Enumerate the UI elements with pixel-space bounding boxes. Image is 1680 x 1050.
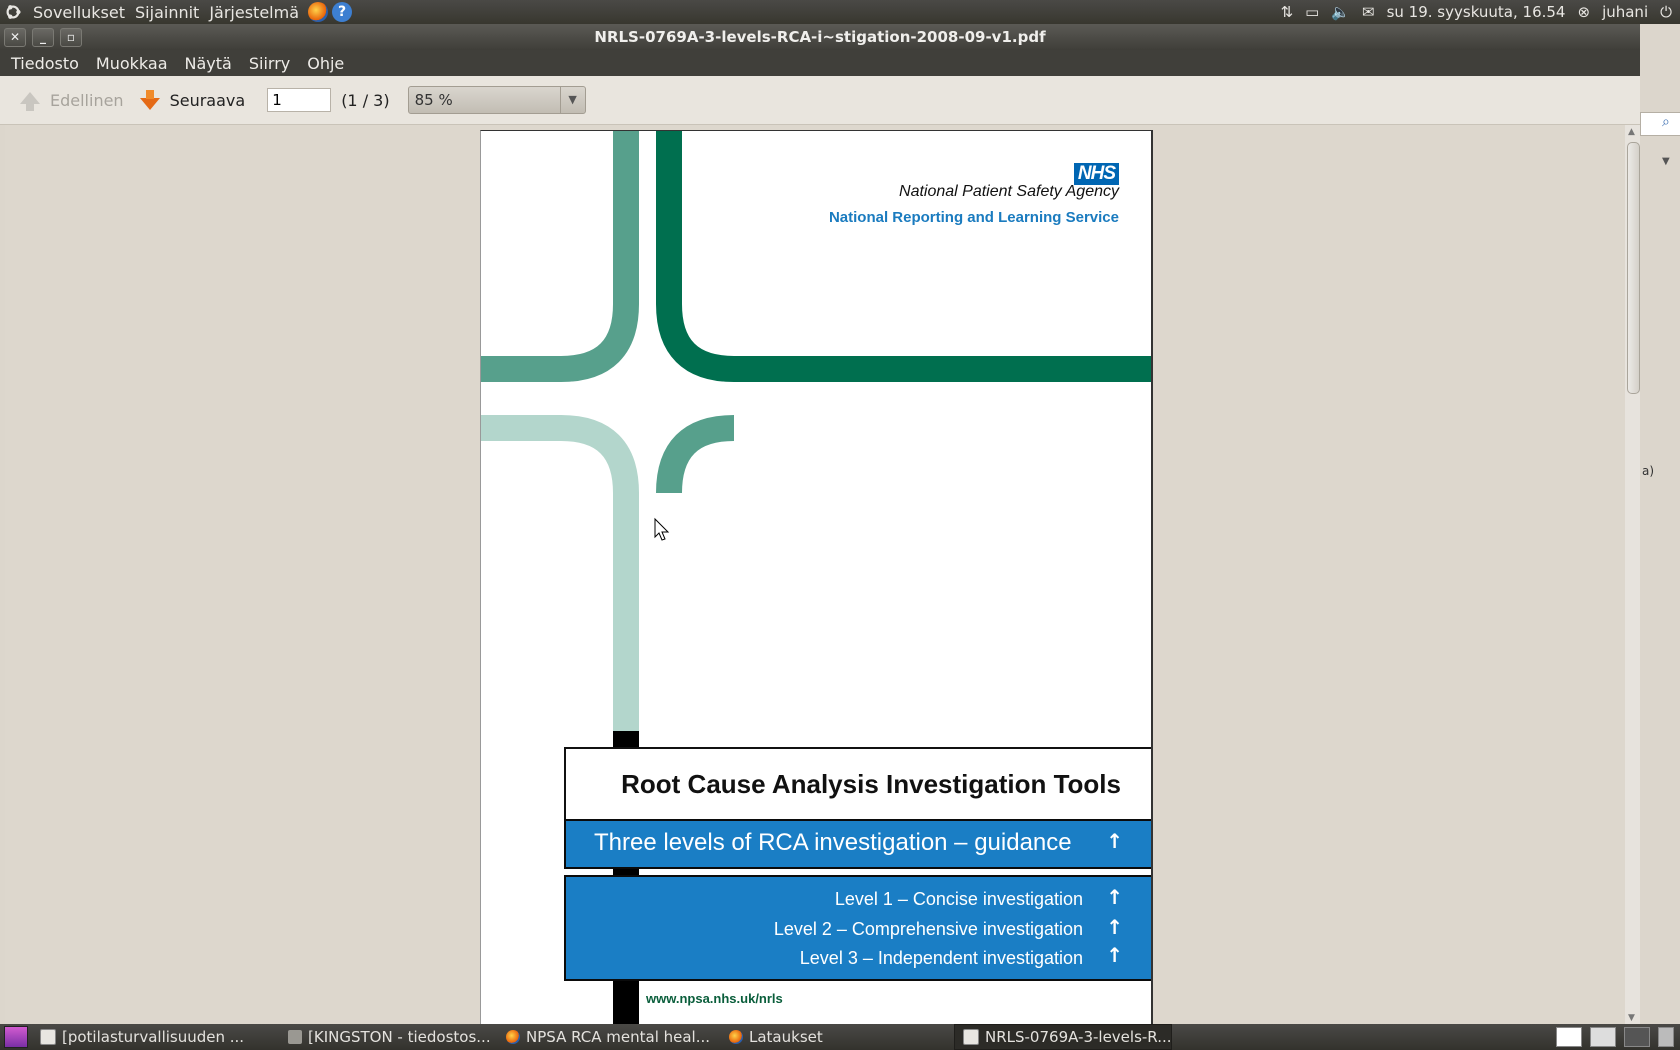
title-bar[interactable]: ✕ _ ▫ NRLS-0769A-3-levels-RCA-i~stigatio… xyxy=(0,24,1640,50)
firefox-icon xyxy=(729,1030,743,1044)
zoom-select[interactable]: 85 % ▼ xyxy=(407,86,586,114)
document-url: www.npsa.nhs.uk/nrls xyxy=(646,991,783,1006)
mail-icon[interactable]: ✉ xyxy=(1362,3,1375,21)
taskbar-item-label: [KINGSTON - tiedostos... xyxy=(308,1028,491,1046)
window-title: NRLS-0769A-3-levels-RCA-i~stigation-2008… xyxy=(594,28,1046,46)
level-3-label: Level 3 – Independent investigation xyxy=(799,948,1083,968)
workspace-3[interactable] xyxy=(1624,1027,1650,1047)
levels-box: Level 1 – Concise investigation ↑ Level … xyxy=(564,875,1151,981)
document-subtitle: Three levels of RCA investigation – guid… xyxy=(594,829,1072,856)
menu-places[interactable]: Sijainnit xyxy=(130,3,204,22)
agency-name: National Patient Safety Agency xyxy=(899,183,1119,200)
arrow-up-icon: ↑ xyxy=(1106,915,1123,939)
menu-go[interactable]: Siirry xyxy=(238,54,296,73)
power-icon[interactable]: ⏻ xyxy=(1660,3,1672,21)
page-count: (1 / 3) xyxy=(341,90,390,110)
level-2-label: Level 2 – Comprehensive investigation xyxy=(773,919,1083,939)
arrow-down-icon xyxy=(139,90,160,110)
page-number-input[interactable] xyxy=(267,88,332,112)
pdf-page: NHS National Patient Safety Agency Natio… xyxy=(480,130,1153,1031)
workspace-2[interactable] xyxy=(1590,1027,1616,1047)
menu-file[interactable]: Tiedosto xyxy=(0,54,85,73)
service-name: National Reporting and Learning Service xyxy=(828,209,1119,226)
workspace-switcher xyxy=(1556,1024,1680,1050)
side-panel-fragment: ⌕ ▼ a) xyxy=(1640,24,1680,1024)
previous-page-label: Edellinen xyxy=(50,90,124,110)
firefox-icon xyxy=(506,1030,520,1044)
taskbar-item[interactable]: [KINGSTON - tiedostos... xyxy=(280,1025,496,1049)
nhs-logo: NHS xyxy=(1073,163,1119,185)
scroll-up-icon[interactable]: ▲ xyxy=(1628,127,1635,137)
scrollbar-thumb[interactable] xyxy=(1627,142,1640,394)
search-field-fragment[interactable] xyxy=(1640,112,1680,136)
help-icon[interactable]: ? xyxy=(332,2,352,22)
vertical-scrollbar[interactable]: ▲ ▼ xyxy=(1625,125,1640,1025)
show-desktop-button[interactable] xyxy=(4,1026,28,1048)
menu-applications[interactable]: Sovellukset xyxy=(28,3,130,22)
menu-system[interactable]: Järjestelmä xyxy=(204,3,304,22)
pdf-document-icon xyxy=(963,1029,979,1045)
taskbar: [potilasturvallisuuden ... [KINGSTON - t… xyxy=(0,1024,1680,1050)
chevron-down-icon[interactable]: ▼ xyxy=(1662,156,1670,167)
menu-view[interactable]: Näytä xyxy=(174,54,238,73)
panel-tray: ⇅ ▭ 🔈 ✉ su 19. syyskuuta, 16.54 ⊗ juhani… xyxy=(1281,0,1680,24)
side-fragment-text: a) xyxy=(1642,464,1655,478)
taskbar-item-label: [potilasturvallisuuden ... xyxy=(62,1028,245,1046)
network-arrows-icon[interactable]: ⇅ xyxy=(1281,3,1294,21)
zoom-value: 85 % xyxy=(414,91,453,109)
user-name[interactable]: juhani xyxy=(1602,3,1648,21)
taskbar-item[interactable]: NPSA RCA mental heal... xyxy=(498,1025,719,1049)
next-page-button[interactable]: Seuraava xyxy=(132,82,254,118)
level-1-label: Level 1 – Concise investigation xyxy=(834,889,1083,909)
document-icon xyxy=(40,1029,56,1045)
guidance-box: Three levels of RCA investigation – guid… xyxy=(564,819,1151,869)
display-icon[interactable]: ▭ xyxy=(1305,3,1319,21)
top-panel: Sovellukset Sijainnit Järjestelmä ? ⇅ ▭ … xyxy=(0,0,1680,24)
taskbar-item-label: Lataukset xyxy=(749,1028,823,1046)
scroll-down-icon[interactable]: ▼ xyxy=(1628,1013,1635,1023)
menu-help[interactable]: Ohje xyxy=(296,54,350,73)
arrow-up-icon xyxy=(20,92,40,111)
document-title: Root Cause Analysis Investigation Tools xyxy=(621,769,1121,799)
next-page-label: Seuraava xyxy=(169,90,246,110)
firefox-launcher-icon[interactable] xyxy=(308,2,328,22)
arrow-up-icon: ↑ xyxy=(1106,829,1123,853)
toolbar: Edellinen Seuraava (1 / 3) 85 % ▼ xyxy=(0,76,1640,125)
taskbar-item-label: NRLS-0769A-3-levels-R... xyxy=(985,1028,1172,1046)
taskbar-item[interactable]: Lataukset xyxy=(721,1025,952,1049)
title-box: Root Cause Analysis Investigation Tools xyxy=(564,747,1151,821)
folder-icon xyxy=(288,1030,302,1044)
workspace-1[interactable] xyxy=(1556,1027,1582,1047)
search-icon[interactable]: ⌕ xyxy=(1662,114,1670,130)
volume-icon[interactable]: 🔈 xyxy=(1331,3,1350,21)
user-status-icon[interactable]: ⊗ xyxy=(1577,3,1590,21)
taskbar-item-label: NPSA RCA mental heal... xyxy=(526,1028,711,1046)
taskbar-item[interactable]: [potilasturvallisuuden ... xyxy=(32,1025,278,1049)
arrow-up-icon: ↑ xyxy=(1106,943,1123,967)
arrow-up-icon: ↑ xyxy=(1106,885,1123,909)
taskbar-item-active[interactable]: NRLS-0769A-3-levels-R... xyxy=(954,1024,1172,1050)
menubar: Tiedosto Muokkaa Näytä Siirry Ohje xyxy=(0,50,1640,76)
clock[interactable]: su 19. syyskuuta, 16.54 xyxy=(1387,3,1566,21)
menu-edit[interactable]: Muokkaa xyxy=(85,54,174,73)
chevron-down-icon[interactable]: ▼ xyxy=(559,87,585,113)
trash-icon[interactable] xyxy=(1658,1027,1674,1047)
previous-page-button[interactable]: Edellinen xyxy=(12,82,132,118)
ubuntu-logo-icon[interactable] xyxy=(4,3,22,21)
